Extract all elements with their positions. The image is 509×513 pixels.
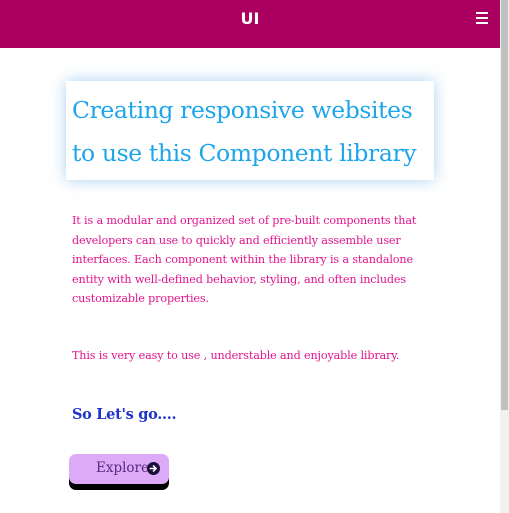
vertical-scrollbar[interactable] xyxy=(500,0,509,513)
menu-bar xyxy=(476,12,488,15)
tagline-paragraph: This is very easy to use , understable a… xyxy=(72,349,400,362)
scrollbar-thumb[interactable] xyxy=(501,0,508,410)
page: UI Creating responsive websites to use t… xyxy=(0,0,509,513)
menu-bar xyxy=(476,17,488,20)
arrow-circle-right-icon xyxy=(147,462,160,475)
brand-title[interactable]: UI xyxy=(0,10,500,28)
explore-button[interactable]: Explore xyxy=(69,454,169,484)
hero-card: Creating responsive websites to use this… xyxy=(66,81,434,180)
hero-title: Creating responsive websites to use this… xyxy=(72,96,417,167)
top-navbar: UI xyxy=(0,0,500,48)
description-paragraph: It is a modular and organized set of pre… xyxy=(72,214,417,305)
hamburger-menu-icon[interactable] xyxy=(476,12,488,25)
cta-heading: So Let's go.... xyxy=(72,406,177,423)
explore-button-label: Explore xyxy=(96,460,149,476)
menu-bar xyxy=(476,22,488,25)
